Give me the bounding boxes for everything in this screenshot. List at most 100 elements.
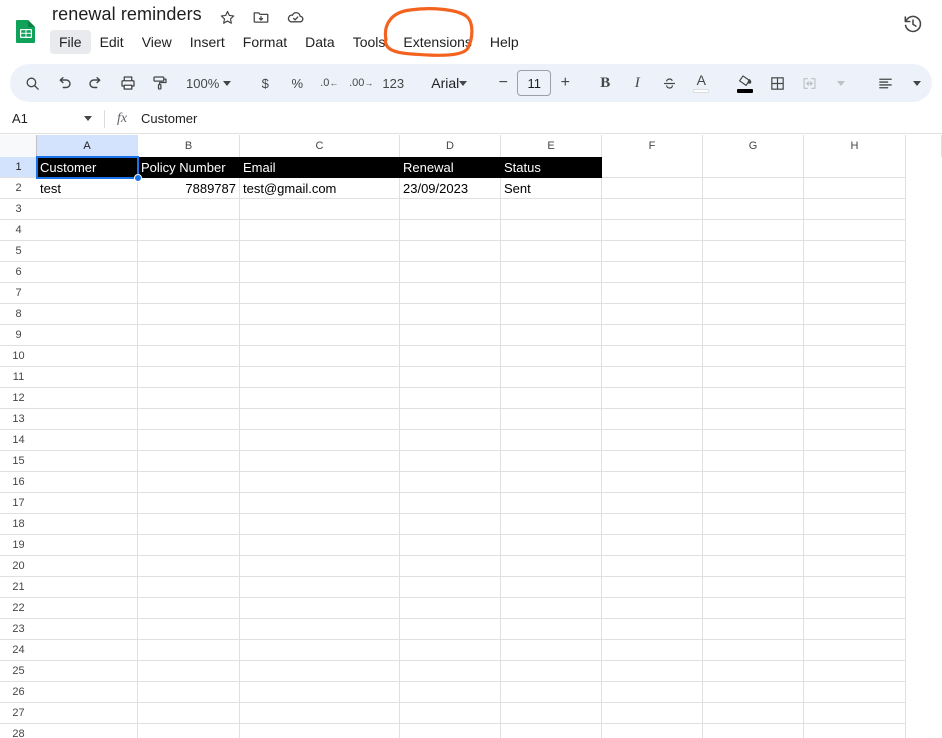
row-header-12[interactable]: 12 xyxy=(0,388,37,409)
cell-A9[interactable] xyxy=(37,325,138,346)
cell-G21[interactable] xyxy=(703,577,804,598)
cell-E5[interactable] xyxy=(501,241,602,262)
cell-E15[interactable] xyxy=(501,451,602,472)
row-header-22[interactable]: 22 xyxy=(0,598,37,619)
cell-H22[interactable] xyxy=(804,598,906,619)
cell-E24[interactable] xyxy=(501,640,602,661)
cell-D14[interactable] xyxy=(400,430,501,451)
column-header-B[interactable]: B xyxy=(138,135,240,157)
row-header-20[interactable]: 20 xyxy=(0,556,37,577)
cell-G22[interactable] xyxy=(703,598,804,619)
cell-G17[interactable] xyxy=(703,493,804,514)
name-box[interactable]: A1 xyxy=(4,106,100,132)
cell-B22[interactable] xyxy=(138,598,240,619)
cell-A14[interactable] xyxy=(37,430,138,451)
row-header-5[interactable]: 5 xyxy=(0,241,37,262)
cell-E3[interactable] xyxy=(501,199,602,220)
increase-font-size-button[interactable]: + xyxy=(553,71,577,95)
cell-G14[interactable] xyxy=(703,430,804,451)
cell-F24[interactable] xyxy=(602,640,703,661)
cell-E8[interactable] xyxy=(501,304,602,325)
menu-file[interactable]: File xyxy=(50,30,91,54)
cell-H12[interactable] xyxy=(804,388,906,409)
row-header-1[interactable]: 1 xyxy=(0,157,37,178)
horizontal-align-icon[interactable] xyxy=(871,69,899,97)
cell-C25[interactable] xyxy=(240,661,400,682)
cell-D26[interactable] xyxy=(400,682,501,703)
cell-C23[interactable] xyxy=(240,619,400,640)
cell-A23[interactable] xyxy=(37,619,138,640)
cell-F14[interactable] xyxy=(602,430,703,451)
cell-G11[interactable] xyxy=(703,367,804,388)
cell-G28[interactable] xyxy=(703,724,804,738)
cell-H5[interactable] xyxy=(804,241,906,262)
cell-B12[interactable] xyxy=(138,388,240,409)
cell-A12[interactable] xyxy=(37,388,138,409)
cell-F16[interactable] xyxy=(602,472,703,493)
column-header-E[interactable]: E xyxy=(501,135,602,157)
column-header-A[interactable]: A xyxy=(37,135,138,157)
cell-G3[interactable] xyxy=(703,199,804,220)
cell-A2[interactable]: test xyxy=(37,178,138,199)
redo-icon[interactable] xyxy=(82,69,110,97)
version-history-icon[interactable] xyxy=(896,7,930,41)
column-header-partial[interactable] xyxy=(906,135,942,157)
row-header-14[interactable]: 14 xyxy=(0,430,37,451)
cell-G5[interactable] xyxy=(703,241,804,262)
row-header-28[interactable]: 28 xyxy=(0,724,37,738)
cell-F9[interactable] xyxy=(602,325,703,346)
cell-E2[interactable]: Sent xyxy=(501,178,602,199)
cell-E1[interactable]: Status xyxy=(501,157,602,178)
cell-H2[interactable] xyxy=(804,178,906,199)
row-header-19[interactable]: 19 xyxy=(0,535,37,556)
cell-H3[interactable] xyxy=(804,199,906,220)
cell-C14[interactable] xyxy=(240,430,400,451)
menu-data[interactable]: Data xyxy=(296,30,344,54)
document-title[interactable]: renewal reminders xyxy=(52,4,202,25)
font-family-select[interactable]: Arial xyxy=(423,69,475,97)
cell-A25[interactable] xyxy=(37,661,138,682)
cell-B18[interactable] xyxy=(138,514,240,535)
cell-A1[interactable]: Customer xyxy=(37,157,138,178)
cell-B2[interactable]: 7889787 xyxy=(138,178,240,199)
fill-color-icon[interactable] xyxy=(731,69,759,97)
cell-G15[interactable] xyxy=(703,451,804,472)
cell-C12[interactable] xyxy=(240,388,400,409)
cell-H16[interactable] xyxy=(804,472,906,493)
cell-F20[interactable] xyxy=(602,556,703,577)
search-icon[interactable] xyxy=(18,69,46,97)
cell-B16[interactable] xyxy=(138,472,240,493)
cell-A16[interactable] xyxy=(37,472,138,493)
cell-B20[interactable] xyxy=(138,556,240,577)
cell-A18[interactable] xyxy=(37,514,138,535)
cell-E27[interactable] xyxy=(501,703,602,724)
cell-G24[interactable] xyxy=(703,640,804,661)
cell-A4[interactable] xyxy=(37,220,138,241)
cell-B15[interactable] xyxy=(138,451,240,472)
percent-format-button[interactable]: % xyxy=(283,69,311,97)
row-header-23[interactable]: 23 xyxy=(0,619,37,640)
cell-A13[interactable] xyxy=(37,409,138,430)
cell-E13[interactable] xyxy=(501,409,602,430)
cell-G23[interactable] xyxy=(703,619,804,640)
cell-E18[interactable] xyxy=(501,514,602,535)
cell-D1[interactable]: Renewal xyxy=(400,157,501,178)
cell-F18[interactable] xyxy=(602,514,703,535)
cell-E19[interactable] xyxy=(501,535,602,556)
cell-G10[interactable] xyxy=(703,346,804,367)
column-header-G[interactable]: G xyxy=(703,135,804,157)
cell-G26[interactable] xyxy=(703,682,804,703)
cell-G18[interactable] xyxy=(703,514,804,535)
cell-B8[interactable] xyxy=(138,304,240,325)
cell-D27[interactable] xyxy=(400,703,501,724)
borders-icon[interactable] xyxy=(763,69,791,97)
cell-D22[interactable] xyxy=(400,598,501,619)
cell-B13[interactable] xyxy=(138,409,240,430)
cell-F6[interactable] xyxy=(602,262,703,283)
cell-G2[interactable] xyxy=(703,178,804,199)
cell-D8[interactable] xyxy=(400,304,501,325)
cell-G12[interactable] xyxy=(703,388,804,409)
cell-C16[interactable] xyxy=(240,472,400,493)
more-formats-button[interactable]: 123 xyxy=(379,69,407,97)
cell-E17[interactable] xyxy=(501,493,602,514)
